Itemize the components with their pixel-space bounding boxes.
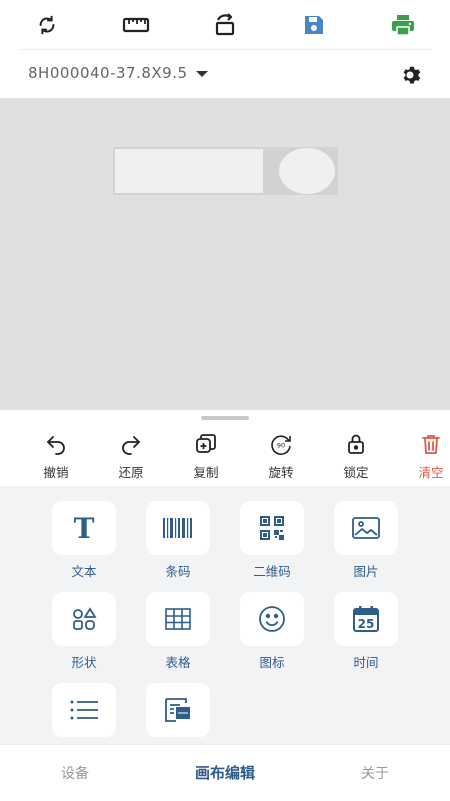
nav-canvas-edit[interactable]: 画布编辑 — [170, 762, 280, 783]
redo-icon — [122, 436, 140, 455]
copy-button[interactable]: 复制 — [176, 428, 236, 486]
print-icon — [392, 15, 414, 36]
nav-device[interactable]: 设备 — [20, 763, 130, 783]
element-palette: T 文本 条码 二维码 图片 形状 表格 图标 25 时间 — [0, 486, 450, 744]
label-preview[interactable] — [113, 147, 338, 195]
save-icon — [305, 16, 323, 34]
edit-panel: 撤销 还原 复制 90 旋转 锁定 清空 T 文本 条码 二维码 图片 形状 表… — [0, 410, 450, 744]
add-list-button[interactable] — [52, 683, 116, 737]
action-bar: 撤销 还原 复制 90 旋转 锁定 清空 — [0, 428, 450, 486]
add-table-button[interactable] — [146, 592, 210, 646]
refresh-icon — [39, 15, 55, 35]
print-button[interactable] — [386, 10, 420, 40]
add-barcode-label: 条码 — [165, 564, 191, 579]
add-time-label: 时间 — [353, 655, 379, 670]
add-image-button[interactable] — [334, 501, 398, 555]
barcode-icon — [163, 518, 192, 538]
canvas-area[interactable] — [0, 98, 450, 410]
rotate-button[interactable]: 90 旋转 — [251, 428, 311, 486]
redo-button[interactable]: 还原 — [101, 428, 161, 486]
copy-label: 复制 — [193, 465, 219, 480]
copy-icon — [196, 434, 216, 453]
gear-icon — [403, 66, 421, 84]
nav-about[interactable]: 关于 — [320, 763, 430, 783]
label-circle-element[interactable] — [279, 148, 335, 194]
trash-icon — [422, 435, 440, 454]
list-icon — [70, 700, 98, 720]
clear-label: 清空 — [418, 465, 444, 480]
serial-number-icon — [165, 698, 190, 722]
ruler-icon — [122, 17, 150, 33]
add-qrcode-label: 二维码 — [253, 564, 291, 579]
calendar-icon: 25 — [353, 606, 379, 632]
rotate-label: 旋转 — [268, 465, 294, 480]
lock-label: 锁定 — [343, 465, 369, 480]
add-shape-label: 形状 — [71, 655, 97, 670]
add-barcode-button[interactable] — [146, 501, 210, 555]
undo-icon — [47, 436, 65, 455]
top-toolbar — [0, 0, 450, 50]
add-image-label: 图片 — [353, 564, 379, 579]
undo-label: 撤销 — [43, 465, 69, 480]
rotate-canvas-button[interactable] — [208, 10, 242, 40]
settings-button[interactable] — [398, 63, 422, 87]
add-qrcode-button[interactable] — [240, 501, 304, 555]
smiley-icon — [259, 606, 285, 632]
bottom-nav: 设备 画布编辑 关于 — [0, 744, 450, 801]
rotate-90-icon: 90 — [271, 435, 291, 455]
lock-button[interactable]: 锁定 — [326, 428, 386, 486]
add-shape-button[interactable] — [52, 592, 116, 646]
shapes-icon — [73, 607, 97, 630]
add-text-label: 文本 — [71, 564, 97, 579]
undo-button[interactable]: 撤销 — [26, 428, 86, 486]
calendar-day: 25 — [358, 617, 375, 631]
svg-text:90: 90 — [277, 442, 285, 450]
label-selector[interactable]: 8H000040-37.8X9.5 — [0, 50, 450, 98]
chevron-down-icon — [196, 71, 208, 77]
drag-handle[interactable] — [201, 416, 249, 420]
add-icon-label: 图标 — [259, 655, 285, 670]
qrcode-icon — [260, 516, 284, 540]
image-icon — [352, 517, 380, 539]
add-text-button[interactable]: T — [52, 501, 116, 555]
ruler-button[interactable] — [119, 10, 153, 40]
save-button[interactable] — [297, 10, 331, 40]
label-name: 8H000040-37.8X9.5 — [28, 64, 188, 82]
refresh-button[interactable] — [30, 10, 64, 40]
rotate-canvas-icon — [215, 13, 235, 36]
table-icon — [165, 608, 191, 630]
add-time-button[interactable]: 25 — [334, 592, 398, 646]
redo-label: 还原 — [118, 465, 144, 480]
clear-button[interactable]: 清空 — [401, 428, 450, 486]
add-icon-button[interactable] — [240, 592, 304, 646]
add-serial-button[interactable] — [146, 683, 210, 737]
text-icon: T — [73, 511, 95, 545]
lock-icon — [348, 434, 364, 454]
label-rect-element[interactable] — [115, 149, 263, 193]
add-table-label: 表格 — [165, 655, 191, 670]
